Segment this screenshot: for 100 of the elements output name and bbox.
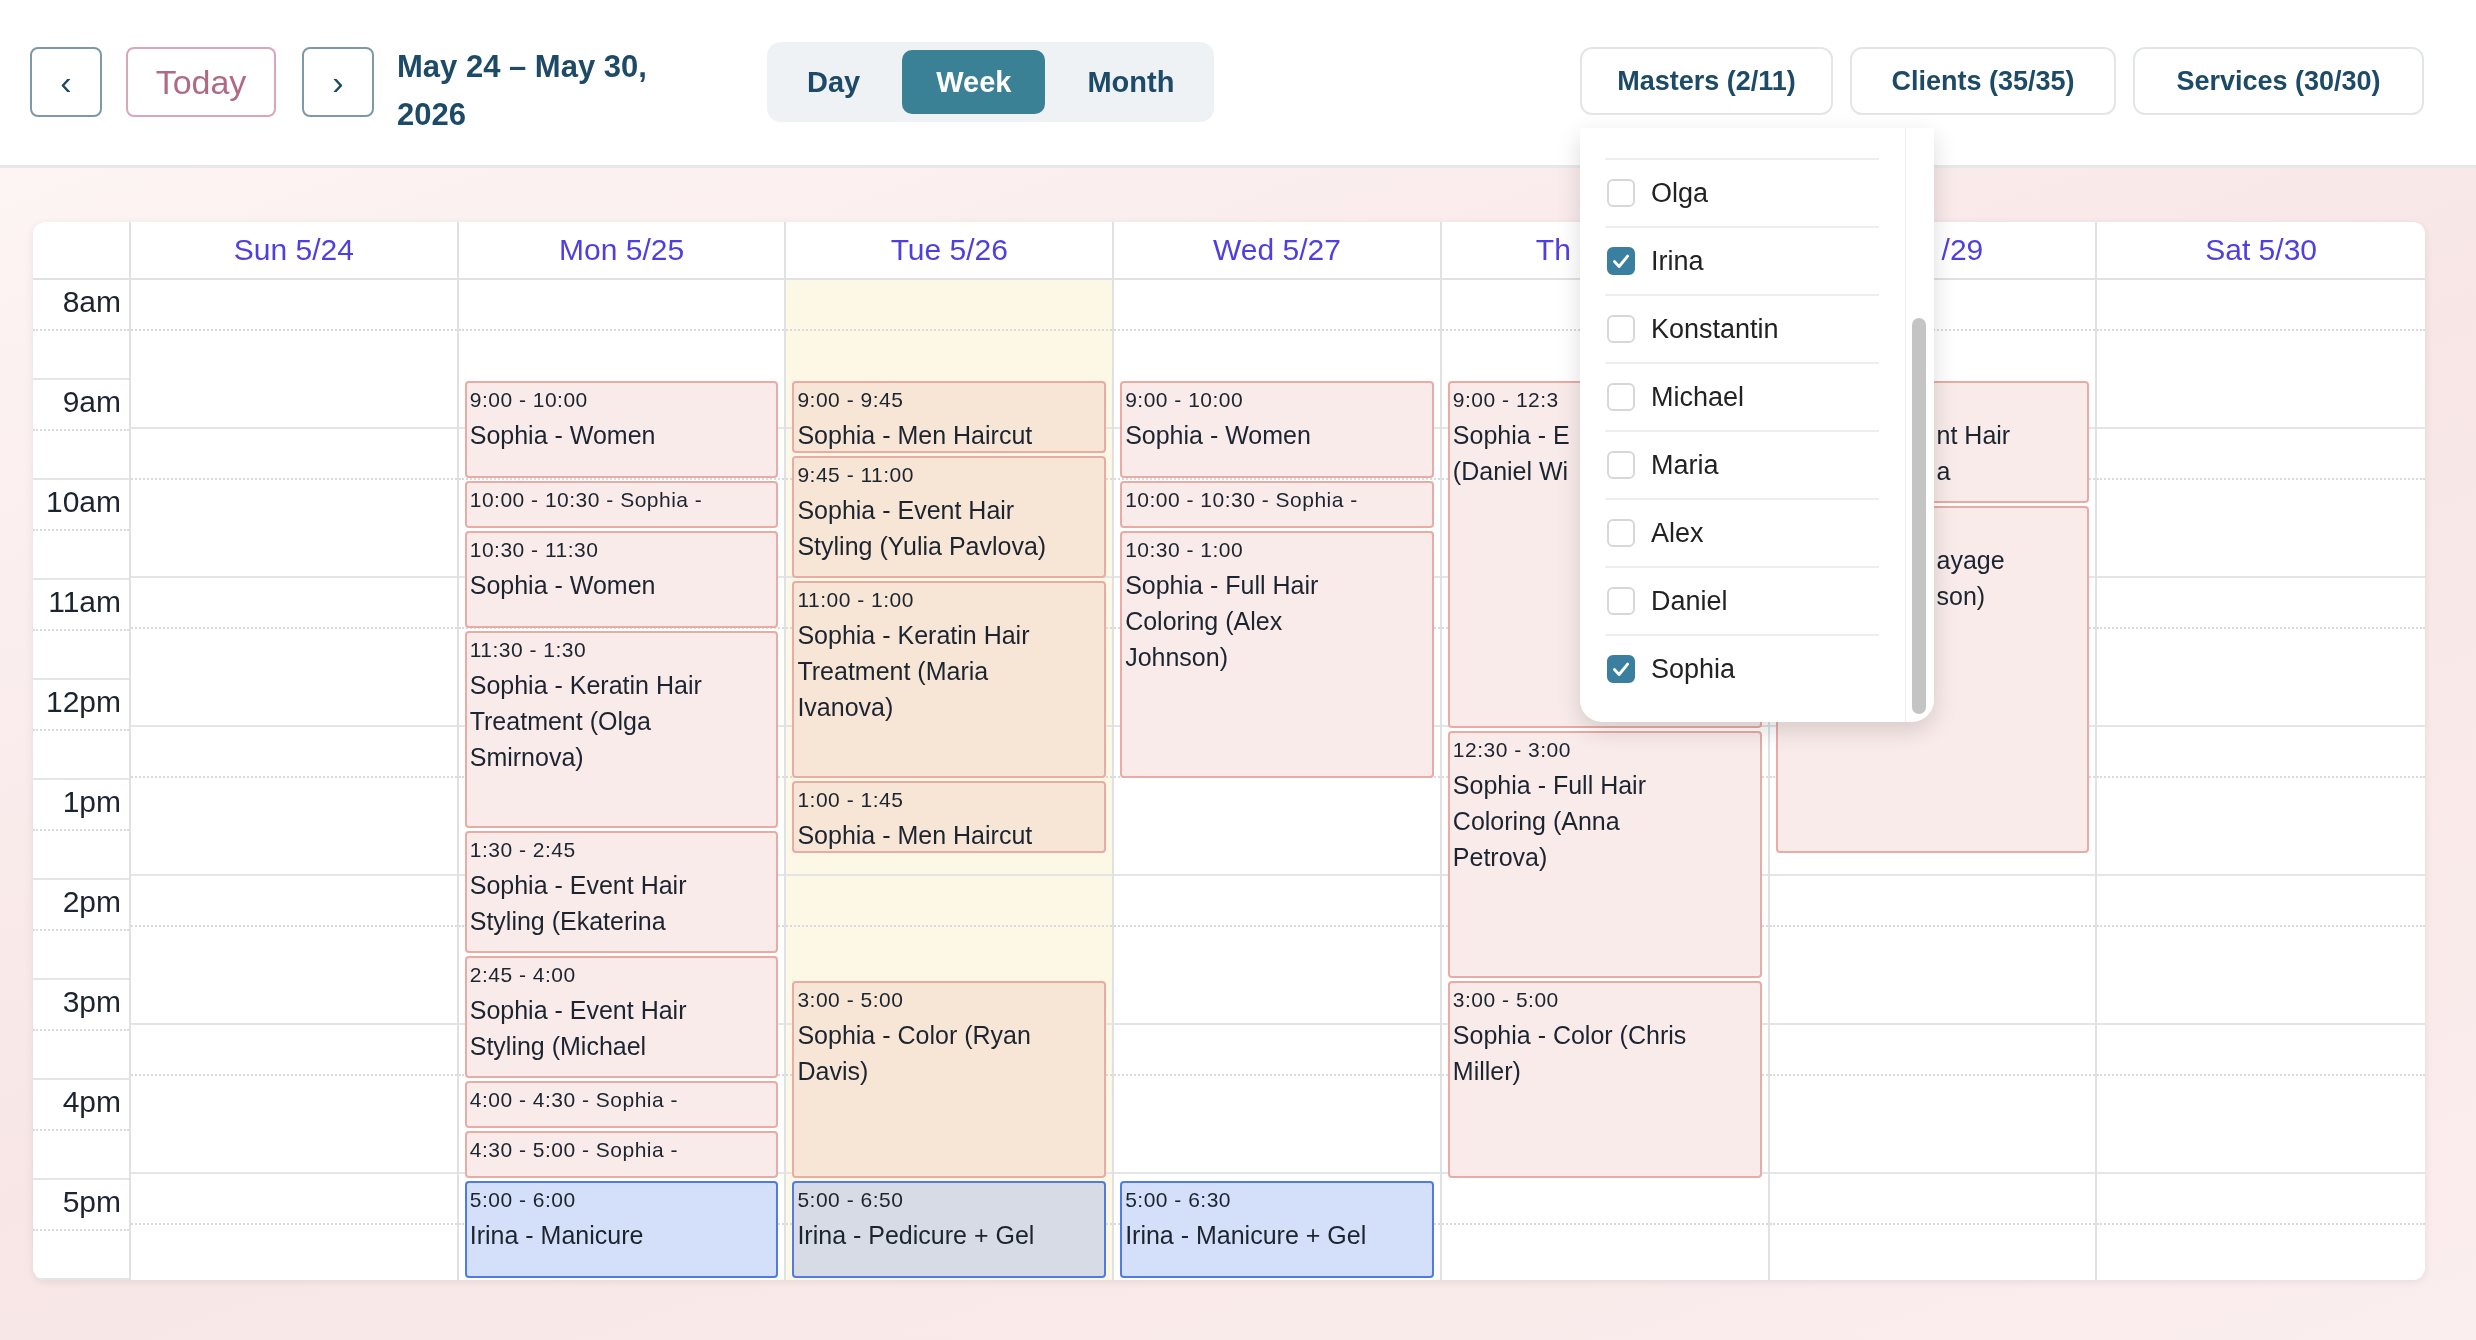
- checkbox[interactable]: [1607, 247, 1635, 275]
- appointment-time: 9:45 - 11:00: [797, 462, 914, 488]
- filter-button[interactable]: Masters (2/11): [1580, 47, 1833, 115]
- today-button[interactable]: Today: [126, 47, 276, 117]
- master-option[interactable]: Sophia: [1605, 636, 1879, 702]
- hour-label: 12pm: [45, 684, 121, 720]
- appointment-time: 9:00 - 10:00: [469, 387, 588, 413]
- hour-label: 11am: [48, 584, 121, 620]
- hour-label: 9am: [62, 384, 121, 420]
- day-header: Sun 5/24: [233, 233, 354, 267]
- hour-label: 10am: [45, 484, 121, 520]
- appointment-title: Sophia - Keratin Hair Treatment (Olga Smirnova): [469, 670, 702, 773]
- master-name: Daniel: [1651, 585, 1728, 617]
- appointment-title: Sophia - Color (Chris Miller): [1452, 1020, 1687, 1087]
- appointment-title: Sophia - E (Daniel Wi: [1452, 420, 1570, 487]
- appointment-card[interactable]: 10:30 - 1:00 Sophia - Full Hair Coloring (Alex Johnson): [1120, 531, 1434, 778]
- appointment-time: 10:00 - 10:30 - Sophia -: [469, 487, 703, 513]
- appointment-card[interactable]: 5:00 - 6:00 Irina - Manicure: [464, 1181, 779, 1278]
- appointment-card[interactable]: 4:00 - 4:30 - Sophia -: [464, 1081, 779, 1128]
- master-name: Maria: [1651, 449, 1719, 481]
- appointment-card[interactable]: 11:00 - 1:00 Sophia - Keratin Hair Treatment (Maria Ivanova): [792, 581, 1107, 778]
- appointment-time: 10:30 - 1:00: [1125, 537, 1244, 563]
- checkbox[interactable]: [1607, 655, 1635, 683]
- appointment-card[interactable]: 5:00 - 6:50 Irina - Pedicure + Gel: [792, 1181, 1107, 1278]
- appointment-card[interactable]: 9:00 - 9:45 Sophia - Men Haircut: [792, 381, 1107, 453]
- next-button[interactable]: ›: [302, 47, 374, 117]
- day-header: /29: [1941, 233, 1984, 267]
- appointment-title: Sophia - Women: [469, 420, 656, 451]
- day-header: Tue 5/26: [890, 233, 1008, 267]
- appointment-time: 11:30 - 1:30: [469, 637, 587, 663]
- appointment-card[interactable]: 4:30 - 5:00 - Sophia -: [464, 1131, 779, 1178]
- view-tab[interactable]: Day: [775, 50, 893, 114]
- appointment-card[interactable]: 1:30 - 2:45 Sophia - Event Hair Styling (Ekaterina: [464, 831, 779, 953]
- appointment-title: Sophia - Men Haircut: [797, 420, 1033, 451]
- appointment-time: 3:00 - 5:00: [1452, 987, 1559, 1013]
- view-tab[interactable]: Week: [902, 50, 1046, 114]
- master-name: Olga: [1651, 177, 1709, 209]
- appointment-card[interactable]: 9:45 - 11:00 Sophia - Event Hair Styling (Yulia Pavlova): [792, 456, 1107, 578]
- appointment-title: Sophia - Men Haircut: [797, 820, 1033, 851]
- appointment-title: Irina - Manicure + Gel: [1125, 1220, 1367, 1251]
- master-option[interactable]: Michael: [1605, 364, 1879, 432]
- appointment-card[interactable]: 10:00 - 10:30 - Sophia -: [464, 481, 779, 528]
- date-range-title: May 24 – May 30, 2026: [397, 48, 648, 134]
- appointment-card[interactable]: 12:30 - 3:00 Sophia - Full Hair Coloring (Anna Petrova): [1447, 731, 1762, 978]
- day-header: Wed 5/27: [1213, 233, 1341, 267]
- hour-label: 2pm: [62, 884, 121, 920]
- appointment-card[interactable]: 3:00 - 5:00 Sophia - Color (Chris Miller): [1447, 981, 1762, 1178]
- appointment-time: 9:00 - 10:00: [1125, 387, 1244, 413]
- appointment-card[interactable]: 9:00 - 10:00 Sophia - Women: [464, 381, 779, 478]
- appointment-time: 5:00 - 6:30: [1125, 1187, 1232, 1213]
- appointment-card[interactable]: 5:00 - 6:30 Irina - Manicure + Gel: [1120, 1181, 1434, 1278]
- appointment-card[interactable]: 10:00 - 10:30 - Sophia -: [1120, 481, 1434, 528]
- appointment-time: 11:00 - 1:00: [797, 587, 914, 613]
- appointment-time: 9:00 - 9:45: [797, 387, 904, 413]
- appointment-time: 5:00 - 6:00: [469, 1187, 576, 1213]
- day-header: Mon 5/25: [559, 233, 685, 267]
- appointment-time: 10:30 - 11:30: [469, 537, 599, 563]
- appointment-time: 5:00 - 6:50: [797, 1187, 904, 1213]
- appointment-time: 1:00 - 1:45: [797, 787, 904, 813]
- appointment-time: 9:00 - 12:3: [1452, 387, 1559, 413]
- hour-label: 1pm: [62, 784, 121, 820]
- filter-button[interactable]: Services (30/30): [2133, 47, 2424, 115]
- appointment-card[interactable]: 10:30 - 11:30 Sophia - Women: [464, 531, 779, 628]
- appointment-time: 2:45 - 4:00: [469, 962, 576, 988]
- appointment-title: Sophia - Event Hair Styling (Michael: [469, 995, 687, 1062]
- appointment-time: 1:30 - 2:45: [469, 837, 576, 863]
- hour-label: 5pm: [62, 1184, 121, 1220]
- appointment-title: Sophia - Women: [469, 570, 656, 601]
- appointment-card[interactable]: 2:45 - 4:00 Sophia - Event Hair Styling (Michael: [464, 956, 779, 1078]
- master-option[interactable]: Olga: [1605, 160, 1879, 228]
- appointment-title: nt Hair a: [1936, 420, 2011, 487]
- master-option[interactable]: Irina: [1605, 228, 1879, 296]
- appointment-title: Sophia - Keratin Hair Treatment (Maria Ivanova): [797, 620, 1030, 723]
- appointment-card[interactable]: 9:00 - 10:00 Sophia - Women: [1120, 381, 1434, 478]
- master-option[interactable]: Alex: [1605, 500, 1879, 568]
- day-header: Th: [1535, 233, 1571, 267]
- master-name: Alex: [1651, 517, 1704, 549]
- view-tab[interactable]: Month: [1055, 50, 1207, 114]
- appointment-time: 4:00 - 4:30 - Sophia -: [469, 1087, 678, 1113]
- hour-label: 4pm: [62, 1084, 121, 1120]
- day-header: Sat 5/30: [2205, 233, 2317, 267]
- master-name: Irina: [1651, 245, 1704, 277]
- hour-label: 8am: [62, 284, 121, 320]
- appointment-title: Irina - Manicure: [469, 1220, 644, 1251]
- appointment-time: 10:00 - 10:30 - Sophia -: [1125, 487, 1358, 513]
- master-option[interactable]: Konstantin: [1605, 296, 1879, 364]
- appointment-title: Sophia - Women: [1125, 420, 1311, 451]
- appointment-card[interactable]: 3:00 - 5:00 Sophia - Color (Ryan Davis): [792, 981, 1107, 1178]
- appointment-title: Sophia - Event Hair Styling (Yulia Pavlova): [797, 495, 1047, 562]
- previous-button[interactable]: ‹: [30, 47, 102, 117]
- master-name: Konstantin: [1651, 313, 1779, 345]
- master-name: Michael: [1651, 381, 1745, 413]
- appointment-title: Sophia - Color (Ryan Davis): [797, 1020, 1031, 1087]
- master-option[interactable]: Maria: [1605, 432, 1879, 500]
- appointment-title: Sophia - Full Hair Coloring (Alex Johnson): [1125, 570, 1319, 673]
- appointment-card[interactable]: 1:00 - 1:45 Sophia - Men Haircut: [792, 781, 1107, 853]
- appointment-card[interactable]: 11:30 - 1:30 Sophia - Keratin Hair Treatment (Olga Smirnova): [464, 631, 779, 828]
- master-option[interactable]: Daniel: [1605, 568, 1879, 636]
- appointment-title: Irina - Pedicure + Gel: [797, 1220, 1035, 1251]
- filter-button[interactable]: Clients (35/35): [1850, 47, 2116, 115]
